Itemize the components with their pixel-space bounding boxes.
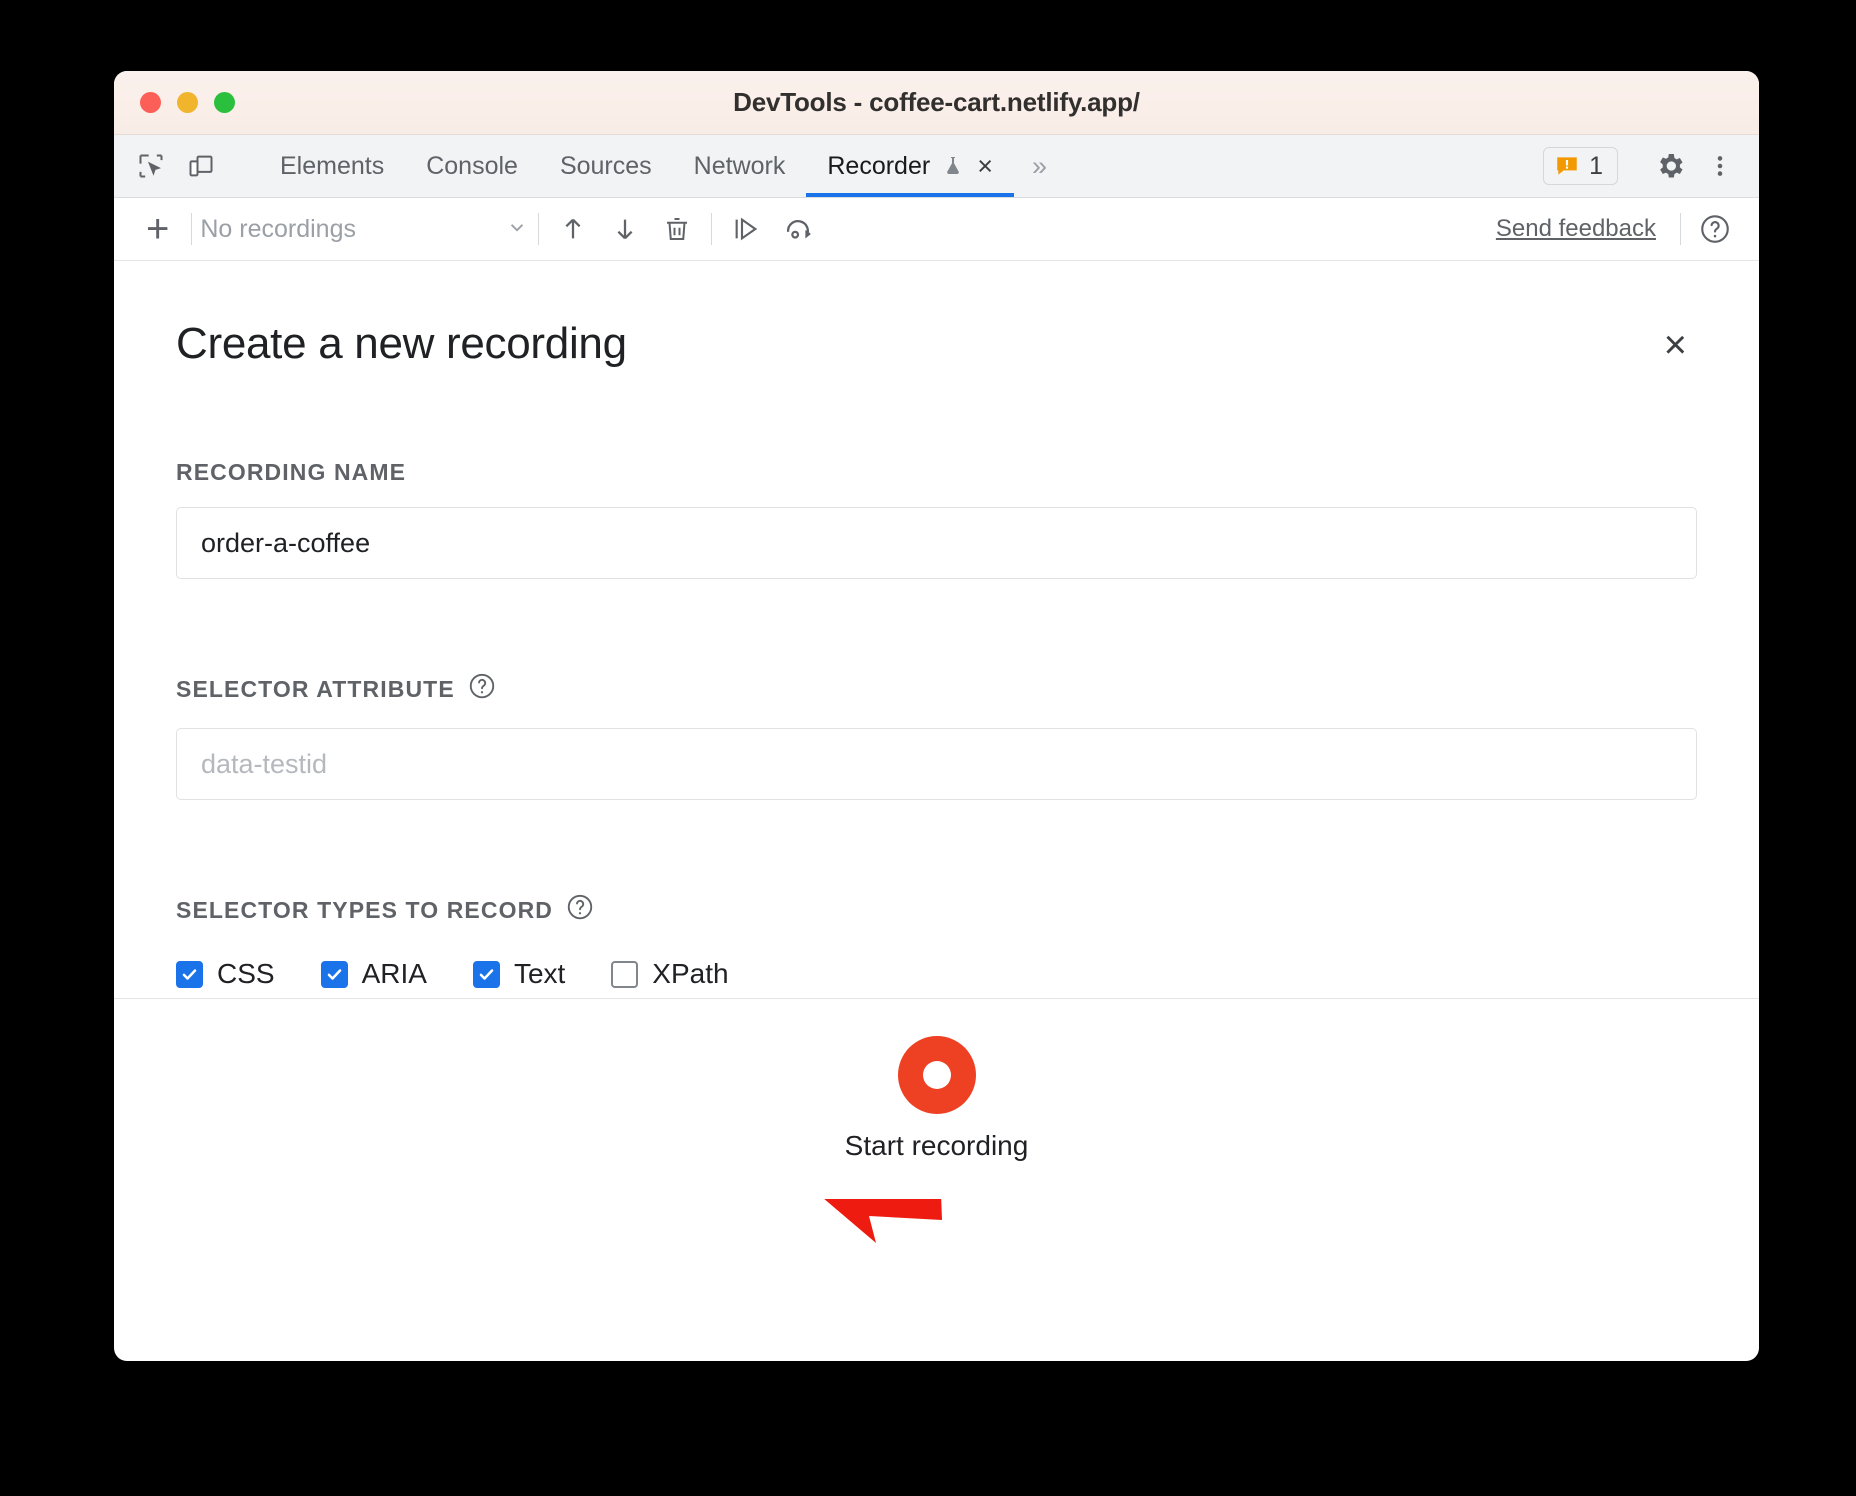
checkbox-aria-label: ARIA bbox=[362, 958, 427, 990]
tabs-overflow-icon[interactable]: » bbox=[1014, 135, 1065, 197]
tab-sources[interactable]: Sources bbox=[539, 135, 673, 197]
step-over-icon[interactable] bbox=[720, 206, 772, 252]
start-recording-label: Start recording bbox=[845, 1130, 1029, 1162]
checkbox-aria-box bbox=[321, 961, 348, 988]
checkbox-xpath[interactable]: XPath bbox=[611, 958, 728, 990]
selector-attribute-field: SELECTOR ATTRIBUTE data-testid bbox=[114, 671, 1759, 800]
create-recording-panel: Create a new recording × RECORDING NAME … bbox=[114, 261, 1759, 1199]
selector-types-section: SELECTOR TYPES TO RECORD bbox=[114, 892, 1759, 928]
more-options-icon[interactable] bbox=[1697, 143, 1743, 189]
devtools-tabbar: Elements Console Sources Network Recorde… bbox=[114, 135, 1759, 198]
tab-recorder-label: Recorder bbox=[827, 152, 930, 181]
checkbox-css-label: CSS bbox=[217, 958, 275, 990]
checkbox-xpath-label: XPath bbox=[652, 958, 728, 990]
close-icon[interactable]: × bbox=[1654, 319, 1697, 371]
checkbox-css-box bbox=[176, 961, 203, 988]
record-dot-inner bbox=[923, 1061, 951, 1089]
tab-sources-label: Sources bbox=[560, 152, 652, 181]
start-recording-button[interactable] bbox=[898, 1036, 976, 1114]
tab-network-label: Network bbox=[694, 152, 786, 181]
recordings-select[interactable]: No recordings bbox=[200, 214, 530, 245]
dialog-header: Create a new recording × bbox=[114, 261, 1759, 371]
selector-attribute-help-icon[interactable] bbox=[467, 671, 497, 707]
checkbox-text-label: Text bbox=[514, 958, 565, 990]
warning-badge[interactable]: 1 bbox=[1543, 147, 1618, 185]
screenshot-root: DevTools - coffee-cart.netlify.app/ bbox=[0, 0, 1856, 1496]
selector-attribute-label: SELECTOR ATTRIBUTE bbox=[176, 676, 455, 703]
tab-console[interactable]: Console bbox=[405, 135, 539, 197]
checkbox-aria[interactable]: ARIA bbox=[321, 958, 427, 990]
chevron-down-icon bbox=[504, 214, 530, 245]
panel-footer: Start recording bbox=[114, 998, 1759, 1199]
toolbar-divider-2 bbox=[538, 213, 539, 245]
export-recording-icon[interactable] bbox=[547, 206, 599, 252]
warning-count: 1 bbox=[1589, 152, 1603, 181]
tab-elements[interactable]: Elements bbox=[259, 135, 405, 197]
import-recording-icon[interactable] bbox=[599, 206, 651, 252]
window-title: DevTools - coffee-cart.netlify.app/ bbox=[114, 87, 1759, 118]
recording-name-field: RECORDING NAME order-a-coffee bbox=[114, 459, 1759, 579]
recording-name-input[interactable]: order-a-coffee bbox=[176, 507, 1697, 579]
selector-attribute-label-row: SELECTOR ATTRIBUTE bbox=[176, 671, 1697, 707]
tab-recorder-close-icon[interactable]: × bbox=[977, 153, 993, 180]
help-circle-icon[interactable] bbox=[1689, 206, 1741, 252]
tab-network[interactable]: Network bbox=[673, 135, 807, 197]
devtools-window: DevTools - coffee-cart.netlify.app/ bbox=[114, 71, 1759, 1361]
tab-console-label: Console bbox=[426, 152, 518, 181]
devtools-tabs: Elements Console Sources Network Recorde… bbox=[259, 135, 1065, 197]
add-recording-button[interactable]: + bbox=[132, 209, 183, 249]
selector-types-checkboxes: CSS ARIA Text XPath bbox=[114, 958, 1759, 990]
recordings-select-value: No recordings bbox=[200, 215, 494, 244]
recording-name-label: RECORDING NAME bbox=[176, 459, 1697, 486]
toolbar-divider-1 bbox=[191, 213, 192, 245]
selector-types-label: SELECTOR TYPES TO RECORD bbox=[176, 897, 553, 924]
tabbar-right-tools: 1 bbox=[1543, 135, 1759, 197]
send-feedback-link[interactable]: Send feedback bbox=[1496, 215, 1656, 243]
window-titlebar: DevTools - coffee-cart.netlify.app/ bbox=[114, 71, 1759, 135]
settings-gear-icon[interactable] bbox=[1647, 143, 1693, 189]
selector-types-help-icon[interactable] bbox=[565, 892, 595, 928]
tab-elements-label: Elements bbox=[280, 152, 384, 181]
toolbar-divider-4 bbox=[1680, 213, 1681, 245]
checkbox-css[interactable]: CSS bbox=[176, 958, 275, 990]
selector-types-label-row: SELECTOR TYPES TO RECORD bbox=[176, 892, 1697, 928]
checkbox-text-box bbox=[473, 961, 500, 988]
toolbar-divider-3 bbox=[711, 213, 712, 245]
checkbox-text[interactable]: Text bbox=[473, 958, 565, 990]
checkbox-xpath-box bbox=[611, 961, 638, 988]
experiment-flask-icon bbox=[941, 154, 965, 178]
replay-icon[interactable] bbox=[772, 206, 824, 252]
warning-icon bbox=[1554, 153, 1580, 179]
selector-attribute-input[interactable]: data-testid bbox=[176, 728, 1697, 800]
inspect-element-icon[interactable] bbox=[128, 143, 174, 189]
delete-recording-icon[interactable] bbox=[651, 206, 703, 252]
page-title: Create a new recording bbox=[176, 319, 627, 369]
device-toolbar-icon[interactable] bbox=[178, 143, 224, 189]
tabbar-left-tools bbox=[114, 135, 249, 197]
recorder-toolbar: + No recordings bbox=[114, 198, 1759, 261]
tab-recorder[interactable]: Recorder × bbox=[806, 135, 1014, 197]
